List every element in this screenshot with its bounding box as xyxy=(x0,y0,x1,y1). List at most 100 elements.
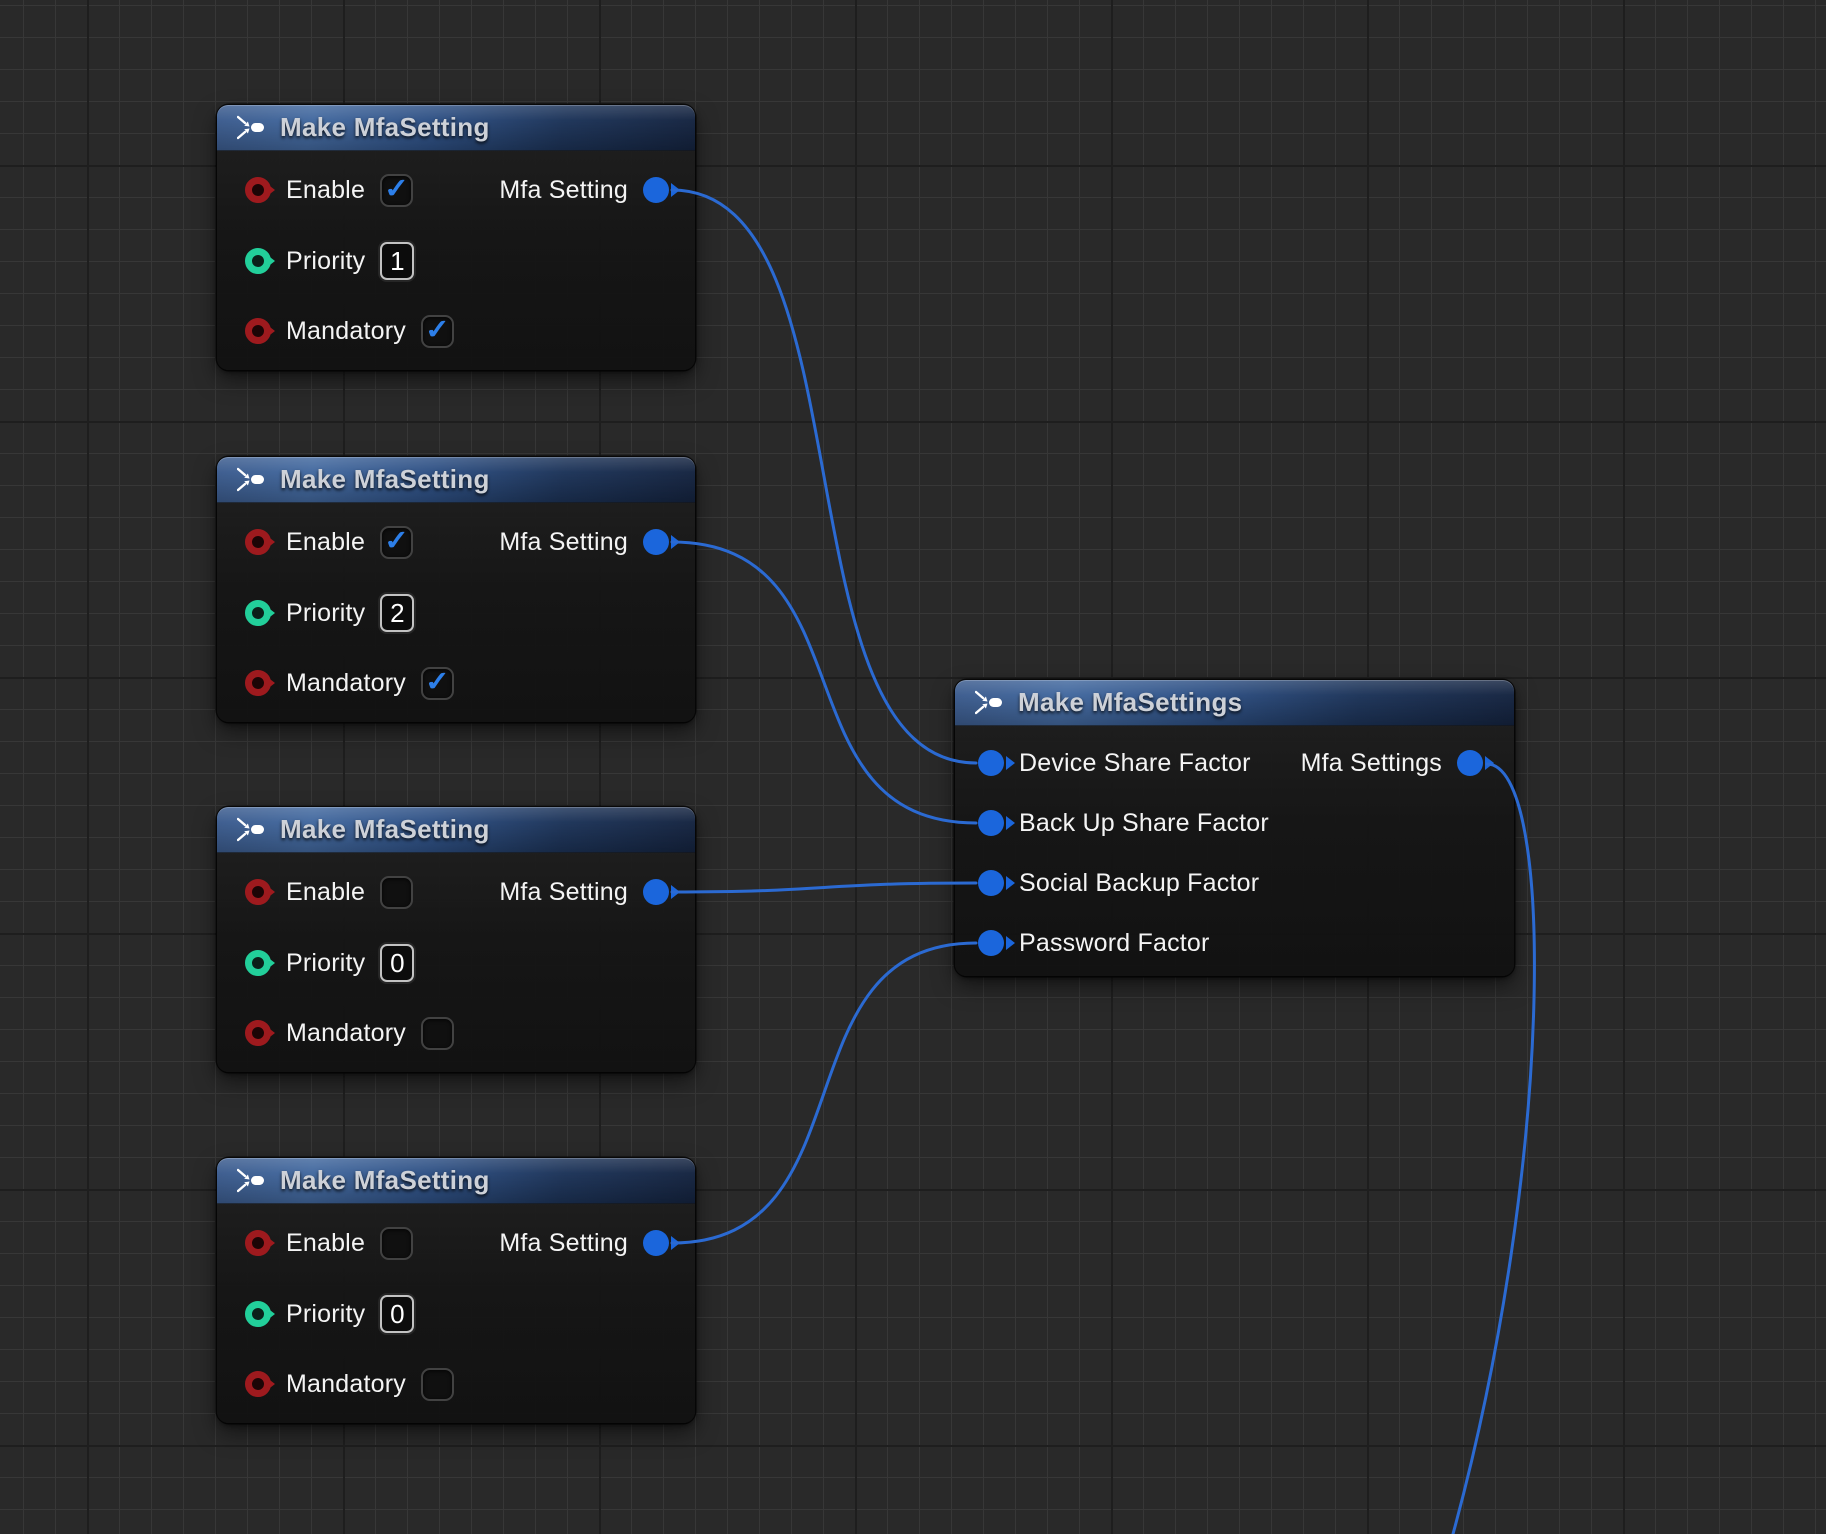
pin-label-mfa-setting: Mfa Setting xyxy=(499,528,628,557)
pin-mfa-setting-output[interactable] xyxy=(643,1230,669,1256)
wire-setting1-to-device-share-factor[interactable] xyxy=(672,190,976,763)
make-struct-icon xyxy=(237,816,265,843)
pin-label-priority: Priority xyxy=(286,247,365,276)
pin-device-share-factor[interactable] xyxy=(978,750,1004,776)
pin-label-mandatory: Mandatory xyxy=(286,669,406,698)
pin-label-mfa-settings: Mfa Settings xyxy=(1301,749,1442,778)
pin-priority-int[interactable] xyxy=(245,248,271,274)
pin-row-priority: Priority 0 xyxy=(217,943,414,983)
priority-input[interactable]: 0 xyxy=(380,1295,414,1333)
pin-label-mandatory: Mandatory xyxy=(286,1019,406,1048)
mandatory-checkbox[interactable]: ✓ xyxy=(421,1368,454,1401)
pin-label-social-backup-factor: Social Backup Factor xyxy=(1019,869,1259,898)
pin-label-backup-share-factor: Back Up Share Factor xyxy=(1019,809,1269,838)
wire-setting3-to-social-backup-factor[interactable] xyxy=(672,883,976,892)
pin-label-device-share-factor: Device Share Factor xyxy=(1019,749,1251,778)
node-title: Make MfaSetting xyxy=(280,814,490,845)
node-title-bar[interactable]: Make MfaSetting xyxy=(217,1158,695,1204)
enable-checkbox[interactable]: ✓ xyxy=(380,876,413,909)
pin-row-device-share-factor: Device Share Factor xyxy=(955,743,1251,783)
pin-row-enable: Enable ✓ xyxy=(217,1223,413,1263)
pin-label-enable: Enable xyxy=(286,1229,365,1258)
pin-mfa-setting-output[interactable] xyxy=(643,529,669,555)
node-title: Make MfaSetting xyxy=(280,464,490,495)
pin-label-mfa-setting: Mfa Setting xyxy=(499,878,628,907)
pin-row-mfa-setting-output: Mfa Setting xyxy=(499,872,695,912)
pin-label-password-factor: Password Factor xyxy=(1019,929,1210,958)
enable-checkbox[interactable]: ✓ xyxy=(380,174,413,207)
make-struct-icon xyxy=(237,466,265,493)
pin-row-password-factor: Password Factor xyxy=(955,923,1210,963)
pin-enable-bool[interactable] xyxy=(245,879,271,905)
make-struct-icon xyxy=(237,114,265,141)
priority-input[interactable]: 2 xyxy=(380,594,414,632)
priority-input[interactable]: 1 xyxy=(380,242,414,280)
node-title: Make MfaSetting xyxy=(280,112,490,143)
pin-row-priority: Priority 2 xyxy=(217,593,414,633)
node-title-bar[interactable]: Make MfaSetting xyxy=(217,807,695,853)
pin-priority-int[interactable] xyxy=(245,950,271,976)
pin-row-mandatory: Mandatory ✓ xyxy=(217,311,454,351)
node-make-mfasetting-3[interactable]: Make MfaSetting Enable ✓ Priority 0 Mand… xyxy=(217,807,695,1072)
pin-label-priority: Priority xyxy=(286,599,365,628)
pin-backup-share-factor[interactable] xyxy=(978,810,1004,836)
pin-row-mfa-setting-output: Mfa Setting xyxy=(499,170,695,210)
pin-label-mfa-setting: Mfa Setting xyxy=(499,176,628,205)
node-make-mfasetting-4[interactable]: Make MfaSetting Enable ✓ Priority 0 Mand… xyxy=(217,1158,695,1423)
pin-label-mandatory: Mandatory xyxy=(286,1370,406,1399)
pin-label-mfa-setting: Mfa Setting xyxy=(499,1229,628,1258)
node-title: Make MfaSetting xyxy=(280,1165,490,1196)
pin-mfa-settings-output[interactable] xyxy=(1457,750,1483,776)
node-make-mfasetting-2[interactable]: Make MfaSetting Enable ✓ Priority 2 Mand… xyxy=(217,457,695,722)
node-title-bar[interactable]: Make MfaSettings xyxy=(955,680,1514,726)
node-title: Make MfaSettings xyxy=(1018,687,1242,718)
pin-enable-bool[interactable] xyxy=(245,529,271,555)
pin-row-enable: Enable ✓ xyxy=(217,522,413,562)
wire-setting2-to-backup-share-factor[interactable] xyxy=(672,542,976,823)
pin-label-enable: Enable xyxy=(286,528,365,557)
pin-row-priority: Priority 0 xyxy=(217,1294,414,1334)
node-make-mfasetting-1[interactable]: Make MfaSetting Enable ✓ Priority 1 Mand… xyxy=(217,105,695,370)
pin-mandatory-bool[interactable] xyxy=(245,1020,271,1046)
check-icon: ✓ xyxy=(425,668,449,697)
blueprint-graph-canvas[interactable]: Make MfaSetting Enable ✓ Priority 1 Mand… xyxy=(0,0,1826,1534)
mandatory-checkbox[interactable]: ✓ xyxy=(421,667,454,700)
pin-label-priority: Priority xyxy=(286,949,365,978)
mandatory-checkbox[interactable]: ✓ xyxy=(421,315,454,348)
pin-row-backup-share-factor: Back Up Share Factor xyxy=(955,803,1269,843)
node-title-bar[interactable]: Make MfaSetting xyxy=(217,105,695,151)
pin-row-mfa-settings-output: Mfa Settings xyxy=(1301,743,1514,783)
pin-row-mfa-setting-output: Mfa Setting xyxy=(499,522,695,562)
make-struct-icon xyxy=(237,1167,265,1194)
pin-label-enable: Enable xyxy=(286,176,365,205)
pin-label-priority: Priority xyxy=(286,1300,365,1329)
pin-row-mfa-setting-output: Mfa Setting xyxy=(499,1223,695,1263)
wire-setting4-to-password-factor[interactable] xyxy=(672,943,976,1243)
node-make-mfasettings[interactable]: Make MfaSettings Device Share Factor Bac… xyxy=(955,680,1514,976)
check-icon: ✓ xyxy=(384,527,408,556)
enable-checkbox[interactable]: ✓ xyxy=(380,1227,413,1260)
pin-enable-bool[interactable] xyxy=(245,1230,271,1256)
pin-row-priority: Priority 1 xyxy=(217,241,414,281)
pin-social-backup-factor[interactable] xyxy=(978,870,1004,896)
pin-label-mandatory: Mandatory xyxy=(286,317,406,346)
pin-priority-int[interactable] xyxy=(245,1301,271,1327)
pin-priority-int[interactable] xyxy=(245,600,271,626)
pin-password-factor[interactable] xyxy=(978,930,1004,956)
make-struct-icon xyxy=(975,689,1003,716)
pin-mfa-setting-output[interactable] xyxy=(643,177,669,203)
pin-row-mandatory: Mandatory ✓ xyxy=(217,1013,454,1053)
priority-input[interactable]: 0 xyxy=(380,944,414,982)
pin-mfa-setting-output[interactable] xyxy=(643,879,669,905)
check-icon: ✓ xyxy=(384,175,408,204)
pin-row-social-backup-factor: Social Backup Factor xyxy=(955,863,1259,903)
pin-enable-bool[interactable] xyxy=(245,177,271,203)
node-title-bar[interactable]: Make MfaSetting xyxy=(217,457,695,503)
pin-mandatory-bool[interactable] xyxy=(245,1371,271,1397)
mandatory-checkbox[interactable]: ✓ xyxy=(421,1017,454,1050)
enable-checkbox[interactable]: ✓ xyxy=(380,526,413,559)
pin-mandatory-bool[interactable] xyxy=(245,670,271,696)
pin-row-enable: Enable ✓ xyxy=(217,170,413,210)
pin-mandatory-bool[interactable] xyxy=(245,318,271,344)
pin-row-enable: Enable ✓ xyxy=(217,872,413,912)
